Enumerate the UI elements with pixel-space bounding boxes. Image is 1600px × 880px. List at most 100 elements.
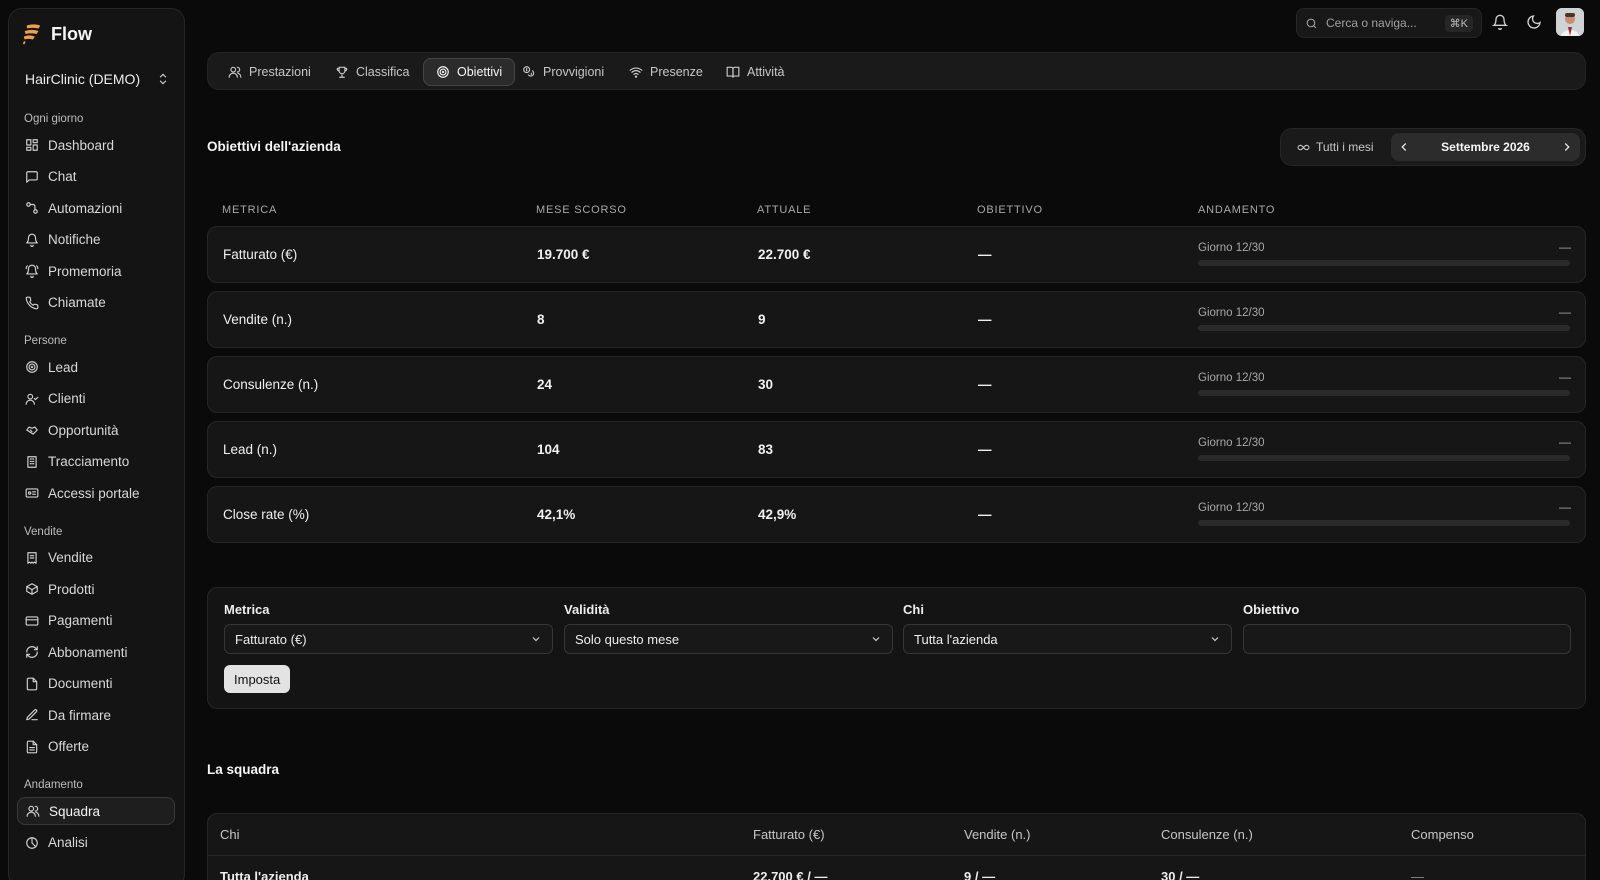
tab-label: Attività bbox=[747, 65, 785, 79]
user-avatar[interactable] bbox=[1556, 8, 1584, 36]
org-switcher[interactable]: HairClinic (DEMO) bbox=[25, 71, 170, 87]
sidebar-item-clienti[interactable]: Clienti bbox=[17, 385, 175, 413]
bell-icon[interactable] bbox=[1492, 14, 1508, 30]
sidebar-section-andamento: Andamento bbox=[24, 779, 83, 791]
sidebar-item-promemoria[interactable]: Promemoria bbox=[17, 257, 175, 285]
progress-value: — bbox=[1559, 435, 1571, 449]
chevron-down-icon bbox=[532, 637, 540, 642]
current-value: 30 bbox=[758, 377, 774, 392]
table-row[interactable]: Vendite (n.) 8 9 — Giorno 12/30 — bbox=[207, 291, 1586, 348]
tab-presenze[interactable]: Presenze bbox=[617, 58, 715, 86]
sidebar-item-label: Da firmare bbox=[48, 707, 112, 723]
tab-attivita[interactable]: Attività bbox=[714, 58, 797, 86]
sidebar-item-label: Chiamate bbox=[48, 295, 106, 310]
table-row[interactable]: Close rate (%) 42,1% 42,9% — Giorno 12/30 — bbox=[207, 486, 1586, 543]
brand[interactable]: Flow bbox=[21, 23, 92, 45]
receipt-icon bbox=[27, 551, 37, 564]
col-head-last-month: MESE SCORSO bbox=[536, 204, 627, 216]
progress-day-label: Giorno 12/30 bbox=[1198, 242, 1265, 254]
sidebar-item-label: Dashboard bbox=[48, 137, 115, 153]
sidebar-item-vendite[interactable]: Vendite bbox=[17, 544, 175, 572]
sidebar-item-chat[interactable]: Chat bbox=[17, 163, 175, 191]
infinity-icon bbox=[1297, 144, 1310, 150]
search-box[interactable]: Cerca o naviga... ⌘K bbox=[1296, 8, 1482, 38]
table-row[interactable]: Fatturato (€) 19.700 € 22.700 € — Giorno 12/… bbox=[207, 226, 1586, 283]
avatar-image bbox=[1556, 8, 1584, 36]
brand-name: Flow bbox=[51, 23, 92, 44]
current-value: 83 bbox=[758, 442, 774, 457]
sidebar-item-accessi-portale[interactable]: Accessi portale bbox=[17, 479, 175, 507]
sidebar-item-documenti[interactable]: Documenti bbox=[17, 670, 175, 698]
progress-bar bbox=[1198, 325, 1570, 331]
handshake-icon bbox=[26, 426, 38, 435]
target-value: — bbox=[978, 507, 992, 522]
sidebar-section-persone: Persone bbox=[24, 335, 67, 347]
sidebar-item-label: Vendite bbox=[48, 550, 94, 565]
sidebar-item-label: Analisi bbox=[48, 835, 88, 850]
moon-icon[interactable] bbox=[1526, 14, 1542, 30]
sidebar-item-chiamate[interactable]: Chiamate bbox=[17, 289, 175, 317]
sidebar-item-automazioni[interactable]: Automazioni bbox=[17, 194, 175, 222]
all-months-label: Tutti i mesi bbox=[1316, 140, 1374, 154]
metric-select[interactable]: Fatturato (€) bbox=[224, 624, 553, 654]
sidebar-item-notifiche[interactable]: Notifiche bbox=[17, 226, 175, 254]
sidebar-item-abbonamenti[interactable]: Abbonamenti bbox=[17, 638, 175, 666]
sidebar-item-label: Automazioni bbox=[48, 200, 123, 216]
col-head-target: OBIETTIVO bbox=[977, 204, 1043, 216]
sidebar-item-offerte[interactable]: Offerte bbox=[17, 733, 175, 761]
sidebar-item-lead[interactable]: Lead bbox=[17, 353, 175, 381]
sidebar-item-label: Promemoria bbox=[48, 263, 122, 279]
tab-classifica[interactable]: Classifica bbox=[323, 58, 422, 86]
sidebar-item-label: Abbonamenti bbox=[48, 644, 128, 660]
table-row[interactable]: Lead (n.) 104 83 — Giorno 12/30 — bbox=[207, 421, 1586, 478]
all-months-button[interactable]: Tutti i mesi bbox=[1297, 140, 1374, 154]
target-input[interactable] bbox=[1243, 624, 1571, 654]
sidebar-item-label: Clienti bbox=[48, 391, 86, 406]
chevron-down-icon bbox=[872, 637, 880, 642]
chevron-right-icon[interactable] bbox=[1560, 140, 1574, 154]
validity-label: Validità bbox=[564, 602, 610, 617]
sidebar-section-vendite: Vendite bbox=[24, 525, 63, 538]
set-goal-form: Metrica Fatturato (€) Validità Solo ques… bbox=[207, 587, 1586, 709]
sidebar-item-tracciamento[interactable]: Tracciamento bbox=[17, 448, 175, 476]
progress-day-label: Giorno 12/30 bbox=[1198, 307, 1265, 319]
sidebar-section-ogni-giorno: Ogni giorno bbox=[24, 113, 84, 125]
tab-provvigioni[interactable]: Provvigioni bbox=[510, 58, 616, 86]
org-name: HairClinic (DEMO) bbox=[25, 71, 141, 87]
sidebar-item-label: Offerte bbox=[48, 739, 90, 754]
progress-day-label: Giorno 12/30 bbox=[1198, 372, 1265, 384]
metric-name: Consulenze (n.) bbox=[223, 377, 319, 392]
set-goal-button[interactable]: Imposta bbox=[224, 665, 291, 693]
sidebar-item-analisi[interactable]: Analisi bbox=[17, 829, 175, 857]
team-table-header: Chi Fatturato (€) Vendite (n.) Consulenz… bbox=[208, 814, 1585, 856]
file-text-icon bbox=[26, 740, 38, 753]
sidebar-item-pagamenti[interactable]: Pagamenti bbox=[17, 607, 175, 635]
sidebar-item-label: Documenti bbox=[48, 676, 113, 691]
who-select[interactable]: Tutta l'azienda bbox=[903, 624, 1232, 654]
goals-title: Obiettivi dell'azienda bbox=[207, 139, 341, 154]
tab-obiettivi[interactable]: Obiettivi bbox=[423, 58, 516, 86]
sidebar-item-label: Lead bbox=[48, 359, 79, 375]
sidebar-item-opportunita[interactable]: Opportunità bbox=[17, 416, 175, 444]
user-check-icon bbox=[25, 393, 39, 405]
progress-value: — bbox=[1559, 370, 1571, 384]
target-icon bbox=[26, 361, 38, 373]
last-month-value: 8 bbox=[537, 312, 545, 327]
validity-select-value: Solo questo mese bbox=[575, 631, 680, 647]
sidebar-item-squadra[interactable]: Squadra bbox=[17, 797, 175, 825]
target-value: — bbox=[978, 377, 992, 392]
col-head-current: ATTUALE bbox=[757, 204, 812, 216]
sidebar: Flow HairClinic (DEMO) Ogni giorno Dashbo… bbox=[8, 8, 185, 880]
last-month-value: 24 bbox=[537, 377, 553, 392]
col-head-metric: METRICA bbox=[222, 204, 278, 216]
chevrons-up-down-icon bbox=[159, 73, 167, 85]
sidebar-item-prodotti[interactable]: Prodotti bbox=[17, 575, 175, 603]
team-table: Chi Fatturato (€) Vendite (n.) Consulenz… bbox=[207, 813, 1586, 880]
last-month-value: 19.700 € bbox=[537, 247, 590, 262]
table-row[interactable]: Consulenze (n.) 24 30 — Giorno 12/30 — bbox=[207, 356, 1586, 413]
validity-select[interactable]: Solo questo mese bbox=[564, 624, 893, 654]
sidebar-item-label: Chat bbox=[48, 169, 77, 184]
sidebar-item-dashboard[interactable]: Dashboard bbox=[17, 131, 175, 159]
sidebar-item-da-firmare[interactable]: Da firmare bbox=[17, 701, 175, 729]
tab-prestazioni[interactable]: Prestazioni bbox=[216, 58, 323, 86]
